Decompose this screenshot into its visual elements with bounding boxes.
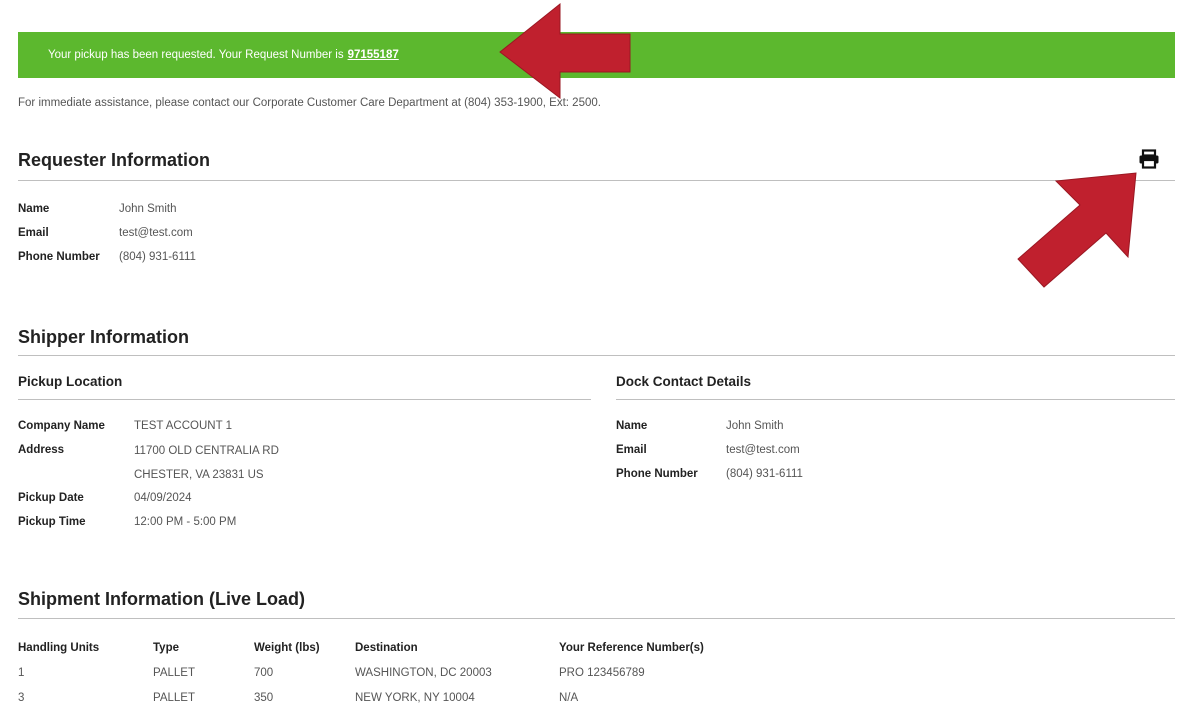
divider [18, 399, 591, 400]
field-label: Name [616, 420, 648, 432]
table-cell: 3 [18, 692, 25, 704]
field-label: Pickup Date [18, 492, 84, 504]
field-label: Phone Number [616, 468, 698, 480]
column-header: Weight (lbs) [254, 642, 320, 654]
address-value: 11700 OLD CENTRALIA RD CHESTER, VA 23831… [134, 439, 279, 487]
requester-email-row: Email test@test.com [18, 227, 193, 239]
table-cell: 350 [254, 692, 274, 704]
table-cell: PALLET [153, 667, 195, 679]
column-header: Type [153, 642, 179, 654]
table-cell: 700 [254, 667, 274, 679]
table-cell: NEW YORK, NY 10004 [355, 692, 475, 704]
pickup-time-row: Pickup Time 12:00 PM - 5:00 PM [18, 516, 236, 528]
table-cell: WASHINGTON, DC 20003 [355, 667, 492, 679]
pickup-date-row: Pickup Date 04/09/2024 [18, 492, 192, 504]
dock-name-row: Name John Smith [616, 420, 784, 432]
shipment-section-title: Shipment Information (Live Load) [18, 589, 305, 609]
field-value: 12:00 PM - 5:00 PM [134, 516, 237, 528]
field-value: John Smith [726, 420, 784, 432]
table-cell: 1 [18, 667, 25, 679]
company-name-row: Company Name TEST ACCOUNT 1 [18, 420, 232, 432]
field-label: Address [18, 444, 65, 456]
table-cell: PRO 123456789 [559, 667, 645, 679]
field-label: Phone Number [18, 251, 100, 263]
field-label: Email [18, 227, 49, 239]
field-value: (804) 931-6111 [119, 251, 196, 263]
red-arrow-annotation-icon [499, 2, 631, 100]
red-arrow-annotation-icon [1017, 172, 1137, 288]
column-header: Your Reference Number(s) [559, 642, 704, 654]
field-label: Pickup Time [18, 516, 86, 528]
field-value: John Smith [119, 203, 177, 215]
field-value: 04/09/2024 [134, 492, 192, 504]
column-header: Destination [355, 642, 418, 654]
requester-section-title: Requester Information [18, 150, 211, 170]
divider [18, 180, 1175, 181]
field-value: test@test.com [726, 444, 800, 456]
field-value: TEST ACCOUNT 1 [134, 420, 232, 432]
address-line-1: 11700 OLD CENTRALIA RD [134, 445, 279, 457]
requester-name-row: Name John Smith [18, 203, 177, 215]
shipper-section-title: Shipper Information [18, 327, 189, 347]
dock-phone-row: Phone Number (804) 931-6111 [616, 468, 803, 480]
divider [18, 355, 1175, 356]
divider [18, 618, 1175, 619]
request-number-link[interactable]: 97155187 [348, 49, 399, 61]
pickup-location-title: Pickup Location [18, 374, 123, 389]
address-row: Address 11700 OLD CENTRALIA RD CHESTER, … [18, 444, 279, 487]
banner-message: Your pickup has been requested. Your Req… [48, 49, 344, 61]
field-label: Company Name [18, 420, 105, 432]
field-label: Email [616, 444, 647, 456]
confirmation-panel: Your pickup has been requested. Your Req… [0, 0, 1189, 708]
field-value: (804) 931-6111 [726, 468, 803, 480]
dock-email-row: Email test@test.com [616, 444, 800, 456]
table-cell: N/A [559, 692, 579, 704]
table-cell: PALLET [153, 692, 195, 704]
column-header: Handling Units [18, 642, 100, 654]
field-value: test@test.com [119, 227, 193, 239]
requester-phone-row: Phone Number (804) 931-6111 [18, 251, 196, 263]
dock-contact-title: Dock Contact Details [616, 374, 752, 389]
address-line-2: CHESTER, VA 23831 US [134, 469, 264, 481]
divider [616, 399, 1175, 400]
field-label: Name [18, 203, 50, 215]
